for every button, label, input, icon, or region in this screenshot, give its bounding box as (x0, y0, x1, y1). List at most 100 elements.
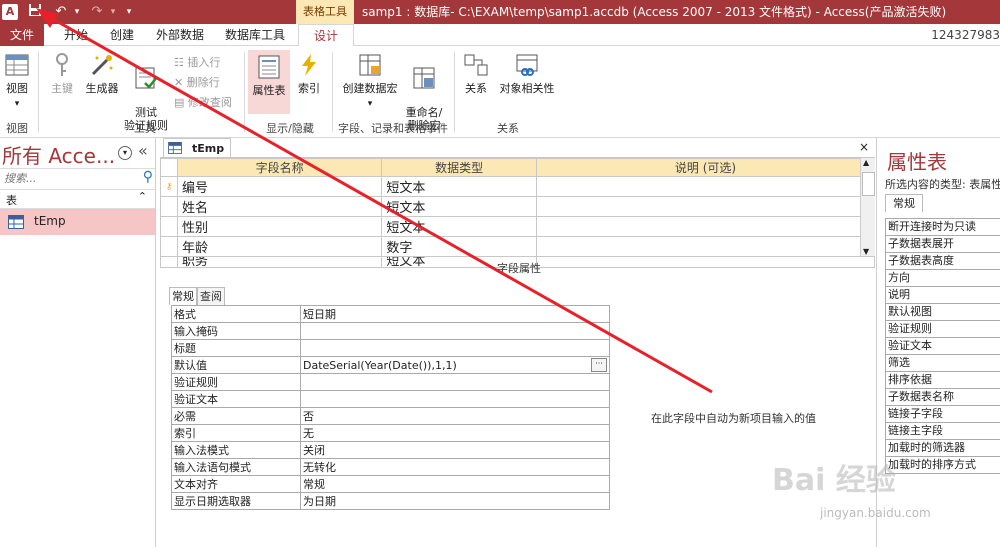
description-cell[interactable] (535, 256, 876, 268)
builder-button[interactable]: 生成器 (82, 52, 122, 96)
property-sheet-row[interactable]: 验证规则 (885, 321, 1000, 338)
field-name-cell[interactable]: 职务 (176, 256, 383, 268)
nav-search-input[interactable] (0, 169, 136, 187)
property-value[interactable]: 无 (300, 424, 610, 442)
nav-menu-dropdown-icon[interactable]: ▾ (118, 146, 132, 160)
field-name-cell[interactable]: 编号 (176, 176, 383, 197)
search-icon[interactable]: ⚲ (143, 169, 153, 185)
table-row[interactable]: 性别 短文本 (160, 216, 876, 237)
property-row[interactable]: 默认值 DateSerial(Year(Date()),1,1) ··· (171, 356, 610, 374)
object-dependencies-button[interactable]: 对象相关性 (496, 52, 558, 96)
property-sheet-row[interactable]: 方向 (885, 270, 1000, 287)
row-selector[interactable] (160, 236, 178, 257)
tab-external-data[interactable]: 外部数据 (150, 24, 210, 46)
primary-key-button[interactable]: 主键 (44, 52, 80, 96)
undo-dropdown-icon[interactable]: ▾ (68, 3, 86, 21)
delete-rows-button[interactable]: ✕ 删除行 (174, 74, 220, 90)
tab-database-tools[interactable]: 数据库工具 (220, 24, 290, 46)
property-value[interactable] (300, 322, 610, 340)
property-sheet-row[interactable]: 子数据表展开 (885, 236, 1000, 253)
property-value[interactable]: 常规 (300, 475, 610, 493)
tab-design[interactable]: 设计 (298, 24, 354, 48)
property-sheet-row[interactable]: 子数据表名称 (885, 389, 1000, 406)
property-value[interactable]: 为日期 (300, 492, 610, 510)
property-value[interactable]: 否 (300, 407, 610, 425)
property-row[interactable]: 输入法语句模式 无转化 (171, 458, 610, 476)
property-sheet-row[interactable]: 加载时的排序方式 (885, 457, 1000, 474)
header-field-name[interactable]: 字段名称 (176, 158, 383, 177)
nav-section-tables[interactable]: 表 ⌃ (0, 190, 155, 209)
property-row[interactable]: 显示日期选取器 为日期 (171, 492, 610, 510)
data-type-cell[interactable]: 数字 (381, 236, 537, 257)
indexes-button[interactable]: 索引 (294, 52, 324, 96)
property-sheet-row[interactable]: 加载时的筛选器 (885, 440, 1000, 457)
property-row[interactable]: 验证规则 (171, 373, 610, 391)
property-row[interactable]: 输入法模式 关闭 (171, 441, 610, 459)
row-selector[interactable] (160, 196, 178, 217)
table-row[interactable]: ⚷ 编号 短文本 (160, 176, 876, 197)
nav-pane-title[interactable]: 所有 Acce... (2, 140, 115, 169)
property-sheet-row[interactable]: 筛选 (885, 355, 1000, 372)
description-cell[interactable] (535, 236, 876, 257)
property-row[interactable]: 输入掩码 (171, 322, 610, 340)
description-cell[interactable] (535, 176, 876, 197)
tab-general[interactable]: 常规 (169, 287, 197, 305)
property-value[interactable] (300, 390, 610, 408)
modify-lookups-button[interactable]: ▤ 修改查阅 (174, 94, 232, 110)
tab-property-general[interactable]: 常规 (885, 194, 923, 212)
tab-create[interactable]: 创建 (104, 24, 140, 46)
shutter-bar-collapse-icon[interactable]: « (138, 141, 148, 160)
property-sheet-row[interactable]: 子数据表高度 (885, 253, 1000, 270)
document-tab-temp[interactable]: tEmp (163, 138, 231, 158)
scroll-up-icon[interactable]: ▲ (863, 158, 869, 167)
scrollbar-thumb[interactable] (862, 172, 875, 196)
field-name-cell[interactable]: 性别 (176, 216, 383, 237)
property-value[interactable]: 无转化 (300, 458, 610, 476)
view-button[interactable]: 视图 ▾ (2, 52, 32, 109)
data-type-cell[interactable]: 短文本 (381, 196, 537, 217)
row-selector[interactable] (160, 256, 178, 268)
table-row[interactable]: 姓名 短文本 (160, 196, 876, 217)
property-value[interactable]: 关闭 (300, 441, 610, 459)
scroll-down-icon[interactable]: ▼ (863, 247, 869, 256)
field-name-cell[interactable]: 年龄 (176, 236, 383, 257)
property-sheet-button[interactable]: 属性表 (248, 50, 290, 114)
property-sheet-row[interactable]: 说明 (885, 287, 1000, 304)
field-name-cell[interactable]: 姓名 (176, 196, 383, 217)
property-sheet-row[interactable]: 断开连接时为只读 (885, 218, 1000, 236)
property-row[interactable]: 文本对齐 常规 (171, 475, 610, 493)
property-sheet-row[interactable]: 链接子字段 (885, 406, 1000, 423)
description-cell[interactable] (535, 216, 876, 237)
collapse-section-icon[interactable]: ⌃ (138, 190, 147, 203)
property-row[interactable]: 索引无 (171, 424, 610, 442)
property-row[interactable]: 必需否 (171, 407, 610, 425)
access-app-icon[interactable]: A (2, 4, 18, 20)
row-selector[interactable] (160, 216, 178, 237)
description-cell[interactable] (535, 196, 876, 217)
property-sheet-row[interactable]: 链接主字段 (885, 423, 1000, 440)
table-row[interactable]: 年龄 数字 (160, 236, 876, 257)
header-description[interactable]: 说明 (可选) (535, 158, 876, 177)
property-sheet-row[interactable]: 默认视图 (885, 304, 1000, 321)
customize-toolbar-icon[interactable]: ▾ (120, 3, 138, 21)
nav-item-temp[interactable]: tEmp (0, 209, 155, 235)
property-value[interactable]: 短日期 (300, 305, 610, 323)
property-row[interactable]: 验证文本 (171, 390, 610, 408)
property-sheet-row[interactable]: 验证文本 (885, 338, 1000, 355)
vertical-scrollbar[interactable]: ▲ ▼ (860, 158, 875, 256)
data-type-cell[interactable]: 短文本 (381, 176, 537, 197)
data-type-cell[interactable]: 短文本 (381, 216, 537, 237)
property-sheet-row[interactable]: 排序依据 (885, 372, 1000, 389)
property-row[interactable]: 标题 (171, 339, 610, 357)
create-data-macro-button[interactable]: 创建数据宏 ▾ (338, 52, 402, 109)
tab-home[interactable]: 开始 (58, 24, 94, 46)
property-row[interactable]: 格式 短日期 (171, 305, 610, 323)
tab-lookup[interactable]: 查阅 (197, 287, 225, 305)
property-value[interactable] (300, 339, 610, 357)
expression-builder-button[interactable]: ··· (591, 358, 607, 372)
insert-rows-button[interactable]: ☷ 插入行 (174, 54, 220, 70)
save-icon[interactable] (26, 3, 44, 21)
property-value[interactable] (300, 373, 610, 391)
header-data-type[interactable]: 数据类型 (381, 158, 537, 177)
tab-file[interactable]: 文件 (0, 24, 44, 46)
